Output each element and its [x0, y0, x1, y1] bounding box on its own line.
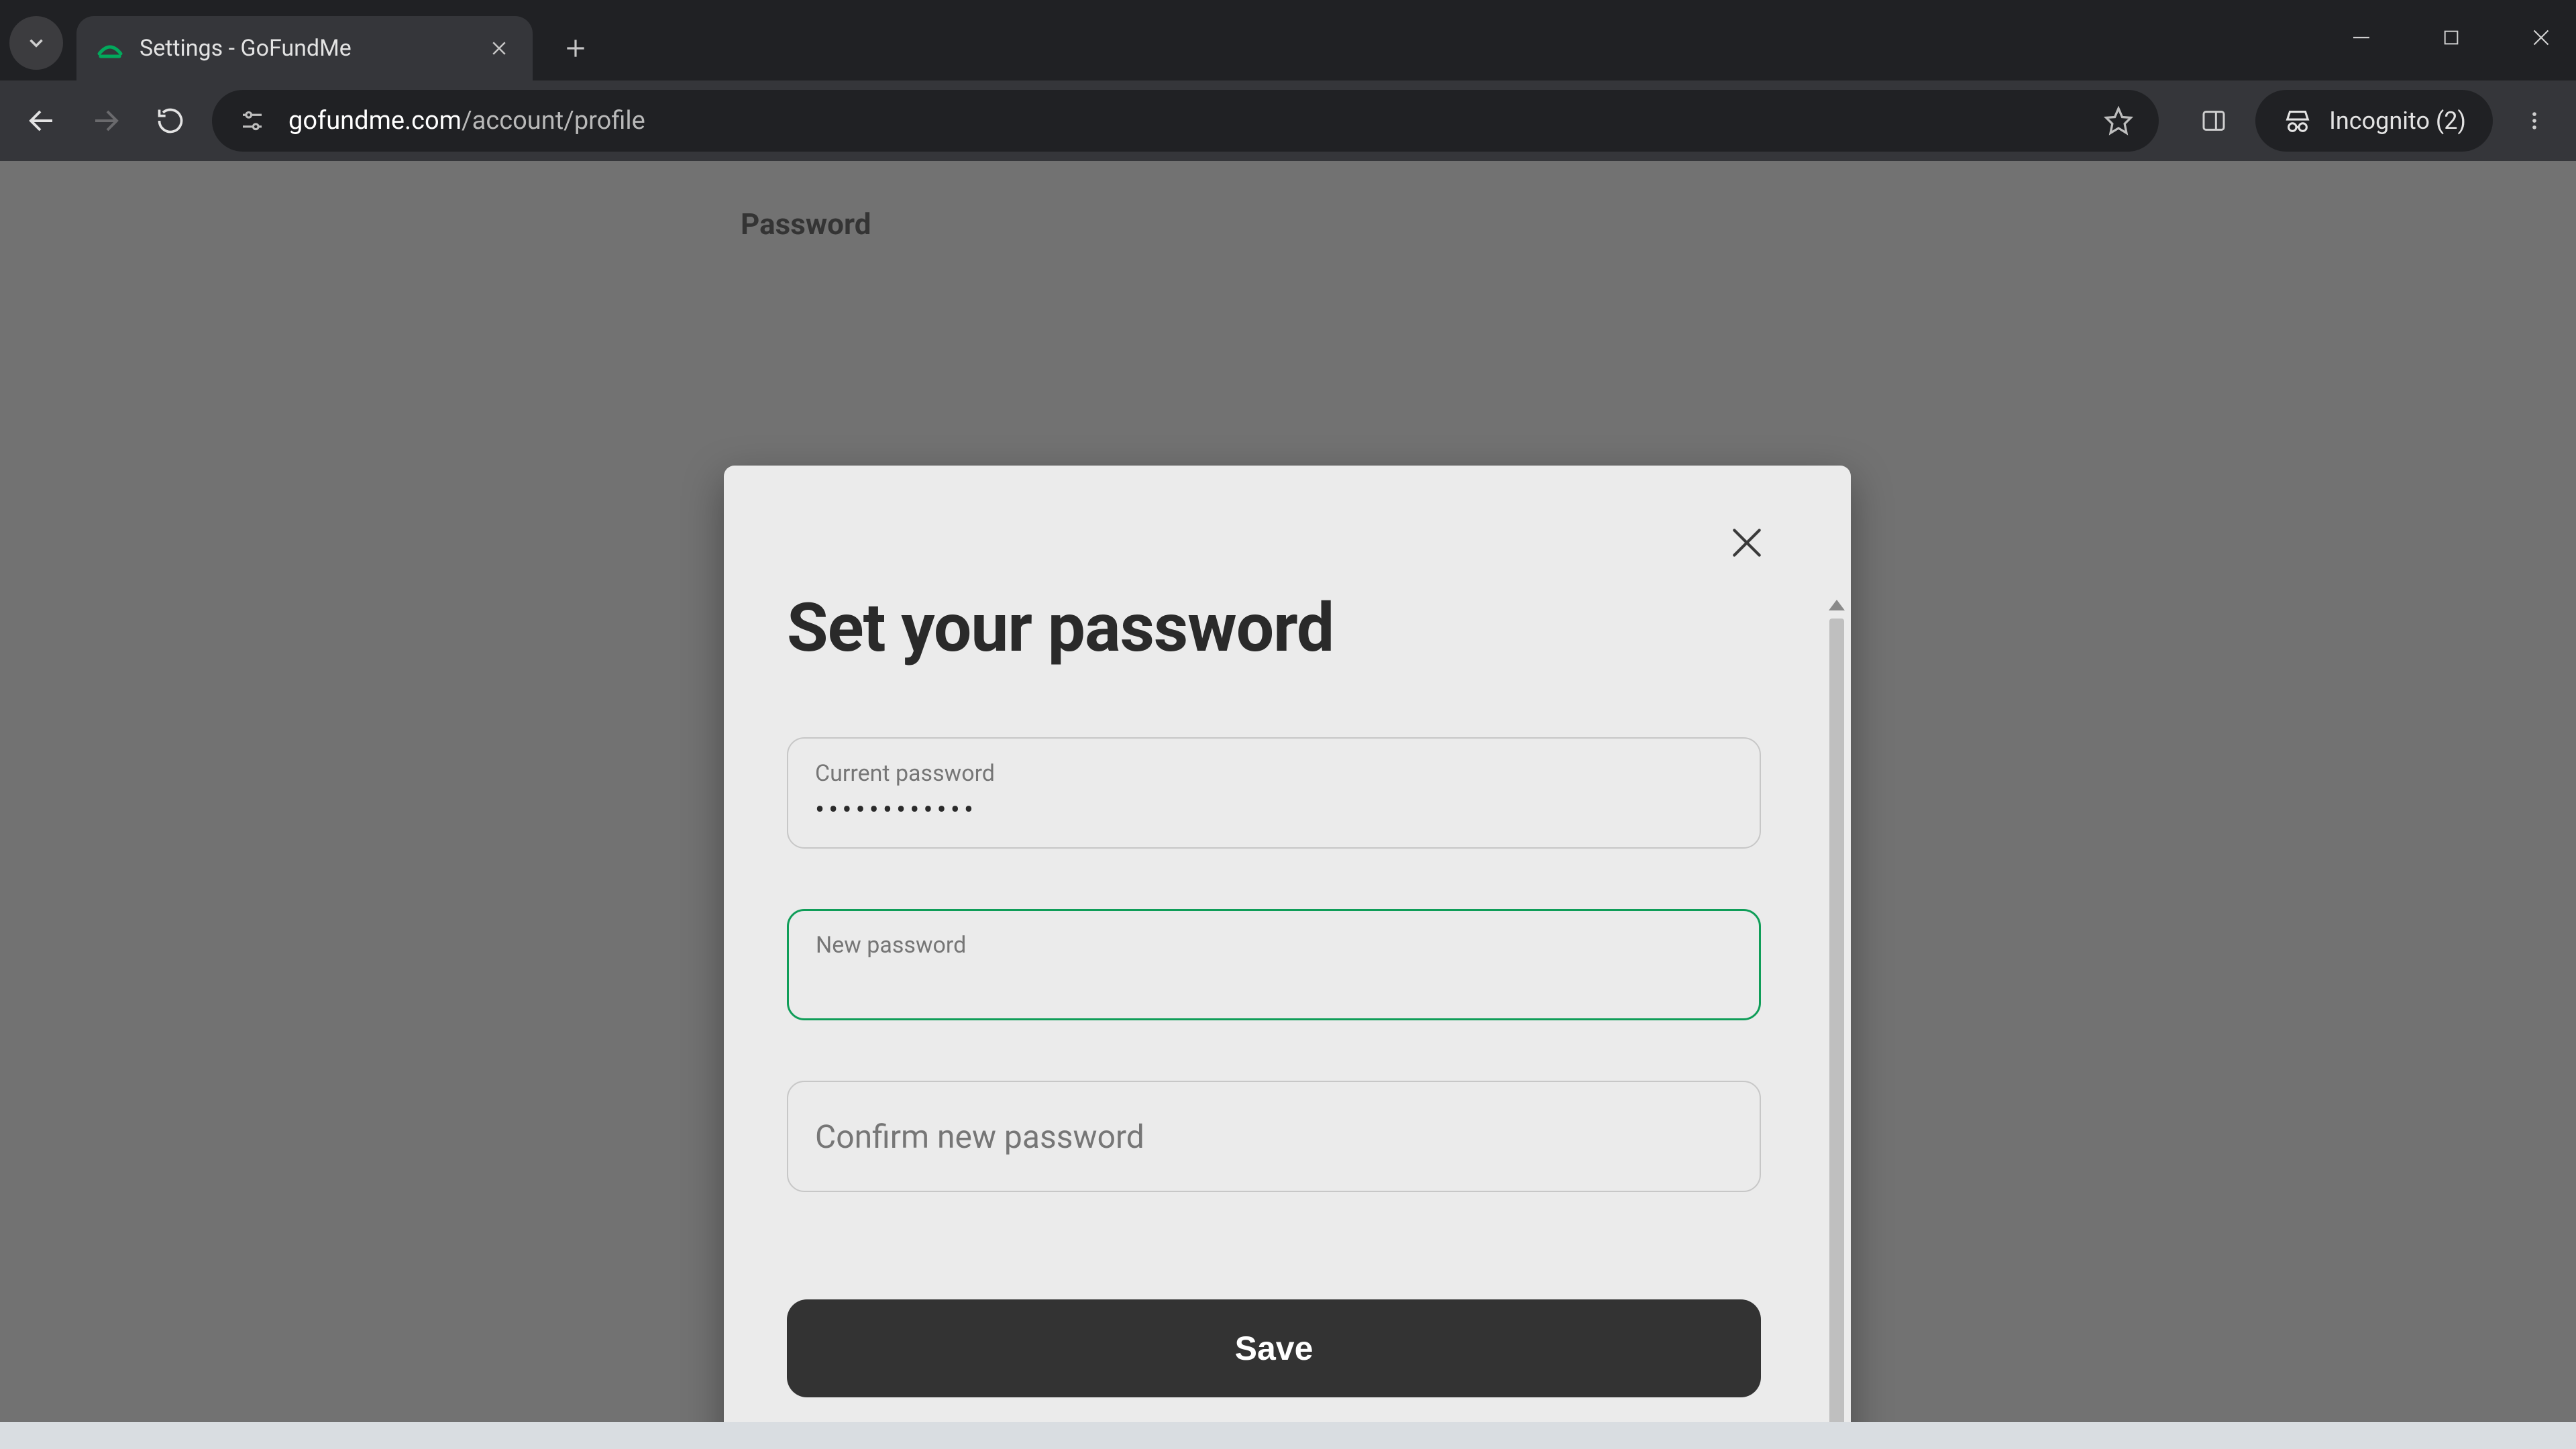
- os-taskbar: [0, 1422, 2576, 1449]
- arrow-right-icon: [90, 105, 122, 137]
- tune-icon: [238, 107, 266, 135]
- modal-close-button[interactable]: [1717, 513, 1777, 573]
- modal-body: Set your password Current password New p…: [724, 593, 1824, 1449]
- browser-chrome: Settings - GoFundMe: [0, 0, 2576, 161]
- browser-menu-button[interactable]: [2512, 98, 2557, 144]
- new-password-input[interactable]: [816, 965, 1732, 998]
- reload-button[interactable]: [148, 98, 193, 144]
- browser-tab[interactable]: Settings - GoFundMe: [76, 16, 533, 80]
- confirm-password-field[interactable]: Confirm new password: [787, 1081, 1761, 1192]
- new-tab-button[interactable]: [551, 24, 600, 72]
- browser-toolbar: gofundme.com/account/profile Incognito (…: [0, 80, 2576, 161]
- star-icon: [2104, 106, 2133, 136]
- incognito-indicator[interactable]: Incognito (2): [2255, 90, 2493, 152]
- panel-icon: [2200, 107, 2227, 134]
- modal-scrollbar[interactable]: [1827, 600, 1847, 1449]
- tab-strip: Settings - GoFundMe: [0, 0, 2576, 80]
- current-password-field[interactable]: Current password: [787, 737, 1761, 849]
- modal-title: Set your password: [787, 593, 1761, 663]
- tab-close-button[interactable]: [486, 35, 513, 62]
- url-path: /account/profile: [462, 106, 645, 136]
- side-panel-button[interactable]: [2191, 98, 2237, 144]
- close-icon: [489, 38, 509, 58]
- back-button[interactable]: [19, 98, 64, 144]
- scroll-up-button[interactable]: [1829, 600, 1845, 610]
- site-info-button[interactable]: [236, 105, 268, 137]
- set-password-modal: Set your password Current password New p…: [724, 466, 1851, 1449]
- close-icon: [1725, 521, 1768, 564]
- save-button[interactable]: Save: [787, 1299, 1761, 1397]
- incognito-icon: [2282, 105, 2313, 136]
- tab-title: Settings - GoFundMe: [140, 35, 486, 62]
- plus-icon: [563, 36, 588, 61]
- scroll-thumb[interactable]: [1829, 619, 1844, 1448]
- toolbar-right: Incognito (2): [2191, 90, 2557, 152]
- incognito-label: Incognito (2): [2329, 107, 2466, 135]
- address-bar[interactable]: gofundme.com/account/profile: [212, 90, 2159, 152]
- forward-button[interactable]: [83, 98, 129, 144]
- chevron-down-icon: [25, 32, 48, 54]
- window-controls: [2340, 16, 2563, 59]
- gofundme-favicon-icon: [97, 35, 123, 62]
- url-domain: gofundme.com: [288, 106, 462, 136]
- bookmark-button[interactable]: [2102, 105, 2135, 137]
- arrow-left-icon: [25, 105, 58, 137]
- window-maximize-button[interactable]: [2430, 16, 2473, 59]
- tab-search-button[interactable]: [9, 16, 63, 70]
- minimize-icon: [2349, 25, 2373, 50]
- page-viewport: Password Set your password Current passw…: [0, 161, 2576, 1422]
- new-password-field[interactable]: New password: [787, 909, 1761, 1020]
- close-icon: [2529, 25, 2553, 50]
- window-minimize-button[interactable]: [2340, 16, 2383, 59]
- confirm-password-label: Confirm new password: [815, 1118, 1144, 1156]
- current-password-input[interactable]: [815, 794, 1733, 826]
- url-text: gofundme.com/account/profile: [288, 106, 2082, 136]
- window-close-button[interactable]: [2520, 16, 2563, 59]
- reload-icon: [156, 106, 185, 136]
- current-password-label: Current password: [815, 760, 1733, 787]
- new-password-label: New password: [816, 932, 1732, 959]
- maximize-icon: [2440, 27, 2462, 48]
- kebab-icon: [2523, 109, 2546, 132]
